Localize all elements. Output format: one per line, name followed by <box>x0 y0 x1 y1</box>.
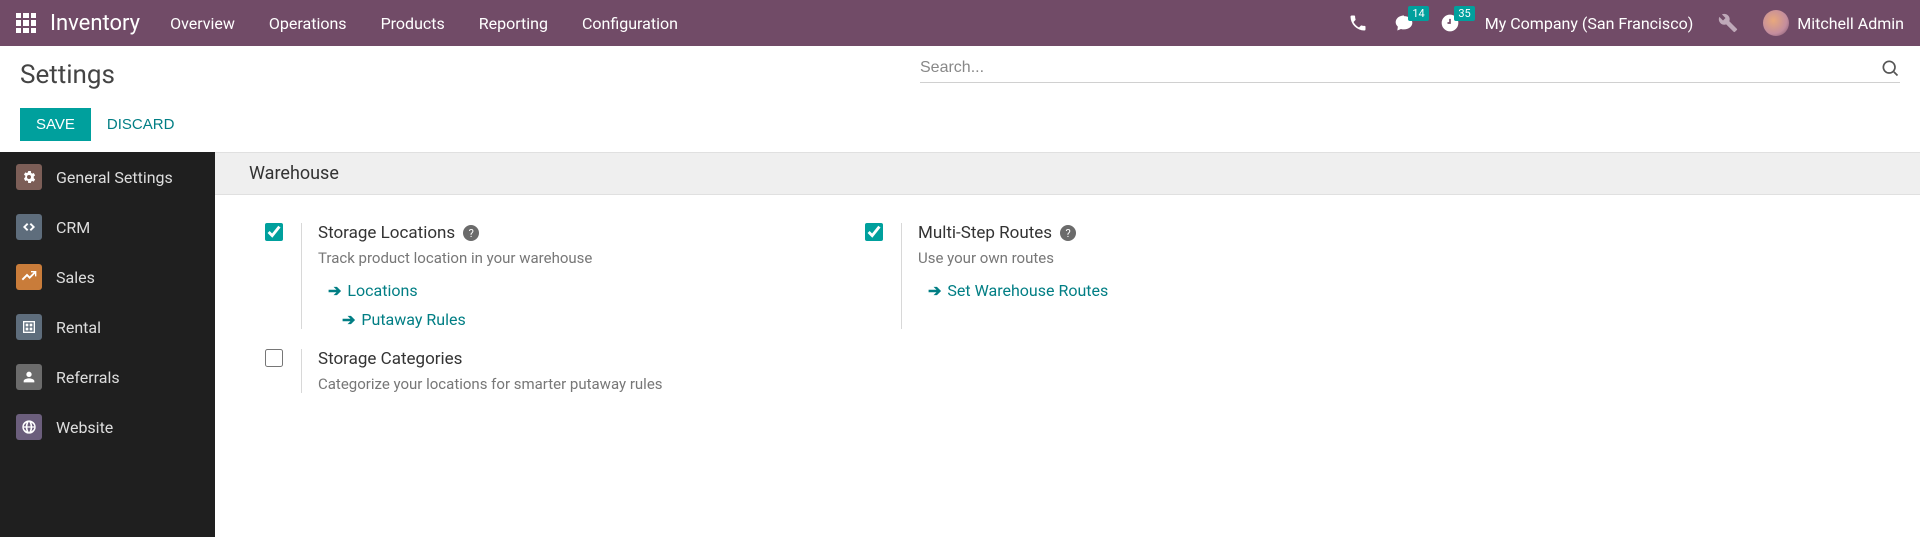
setting-storage-categories: Storage Categories Categorize your locat… <box>265 349 825 393</box>
sidebar-item-rental[interactable]: Rental <box>0 302 215 352</box>
control-bar: Settings Save Discard <box>0 46 1920 152</box>
sidebar-item-label: Referrals <box>56 368 120 387</box>
sidebar-item-referrals[interactable]: Referrals <box>0 352 215 402</box>
key-icon <box>16 314 42 340</box>
settings-sidebar: General Settings CRM Sales Rental Referr… <box>0 152 215 537</box>
link-putaway-rules[interactable]: ➔ Putaway Rules <box>328 310 592 329</box>
chart-icon <box>16 264 42 290</box>
menu-products[interactable]: Products <box>381 14 445 33</box>
main-menu: Overview Operations Products Reporting C… <box>170 14 678 33</box>
setting-description: Use your own routes <box>918 249 1108 267</box>
page-title: Settings <box>20 60 115 90</box>
setting-description: Categorize your locations for smarter pu… <box>318 375 663 393</box>
section-title: Warehouse <box>215 152 1920 195</box>
setting-title: Storage Locations <box>318 223 455 243</box>
sidebar-item-label: Rental <box>56 318 101 337</box>
main-area: General Settings CRM Sales Rental Referr… <box>0 152 1920 537</box>
storage-categories-checkbox[interactable] <box>265 349 283 367</box>
globe-icon <box>16 414 42 440</box>
storage-locations-checkbox[interactable] <box>265 223 283 241</box>
messages-badge: 14 <box>1408 6 1428 21</box>
menu-configuration[interactable]: Configuration <box>582 14 678 33</box>
arrow-right-icon: ➔ <box>342 310 355 329</box>
link-label: Locations <box>347 281 417 300</box>
help-icon[interactable]: ? <box>463 225 479 241</box>
user-menu[interactable]: Mitchell Admin <box>1763 10 1904 36</box>
activities-badge: 35 <box>1454 6 1474 21</box>
link-set-warehouse-routes[interactable]: ➔ Set Warehouse Routes <box>928 281 1108 300</box>
company-switcher[interactable]: My Company (San Francisco) <box>1485 14 1694 33</box>
topbar: Inventory Overview Operations Products R… <box>0 0 1920 46</box>
setting-description: Track product location in your warehouse <box>318 249 592 267</box>
search-container <box>920 54 1900 83</box>
sidebar-item-sales[interactable]: Sales <box>0 252 215 302</box>
avatar <box>1763 10 1789 36</box>
sidebar-item-crm[interactable]: CRM <box>0 202 215 252</box>
setting-multi-step-routes: Multi-Step Routes ? Use your own routes … <box>865 223 1425 329</box>
messaging-icon[interactable]: 14 <box>1393 12 1415 34</box>
arrow-right-icon: ➔ <box>328 281 341 300</box>
settings-content: Warehouse Storage Locations ? Track prod… <box>215 152 1920 537</box>
apps-icon[interactable] <box>16 13 36 33</box>
phone-icon[interactable] <box>1347 12 1369 34</box>
link-label: Putaway Rules <box>361 310 465 329</box>
person-icon <box>16 364 42 390</box>
discard-button[interactable]: Discard <box>107 116 175 133</box>
handshake-icon <box>16 214 42 240</box>
debug-icon[interactable] <box>1717 12 1739 34</box>
save-button[interactable]: Save <box>20 108 91 141</box>
multi-step-routes-checkbox[interactable] <box>865 223 883 241</box>
menu-operations[interactable]: Operations <box>269 14 347 33</box>
user-name: Mitchell Admin <box>1797 14 1904 33</box>
setting-title: Multi-Step Routes <box>918 223 1052 243</box>
link-label: Set Warehouse Routes <box>947 281 1108 300</box>
setting-storage-locations: Storage Locations ? Track product locati… <box>265 223 825 329</box>
app-title[interactable]: Inventory <box>50 11 140 36</box>
sidebar-item-label: Website <box>56 418 113 437</box>
setting-title: Storage Categories <box>318 349 462 369</box>
topbar-right: 14 35 My Company (San Francisco) Mitchel… <box>1347 10 1904 36</box>
menu-overview[interactable]: Overview <box>170 14 235 33</box>
menu-reporting[interactable]: Reporting <box>479 14 548 33</box>
sidebar-item-label: General Settings <box>56 168 173 187</box>
sidebar-item-label: CRM <box>56 218 90 237</box>
link-locations[interactable]: ➔ Locations <box>328 281 592 300</box>
arrow-right-icon: ➔ <box>928 281 941 300</box>
sidebar-item-label: Sales <box>56 268 95 287</box>
sidebar-item-website[interactable]: Website <box>0 402 215 452</box>
gear-icon <box>16 164 42 190</box>
help-icon[interactable]: ? <box>1060 225 1076 241</box>
search-icon[interactable] <box>1880 58 1900 78</box>
activities-icon[interactable]: 35 <box>1439 12 1461 34</box>
search-input[interactable] <box>920 59 1880 77</box>
sidebar-item-general[interactable]: General Settings <box>0 152 215 202</box>
